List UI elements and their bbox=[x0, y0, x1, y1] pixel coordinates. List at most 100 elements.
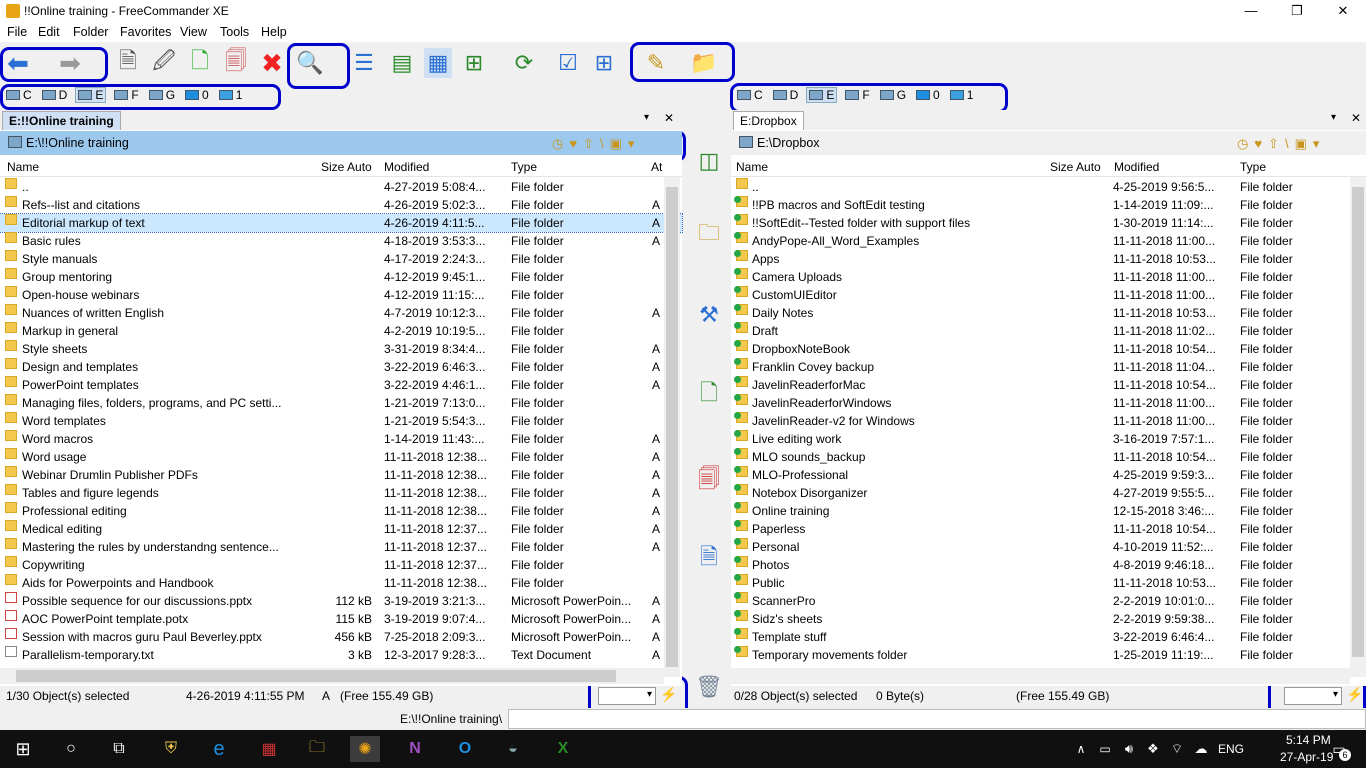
table-row[interactable]: Refs--list and citations 4-26-2019 5:02:3… bbox=[0, 196, 682, 214]
table-row[interactable]: Design and templates 3-22-2019 6:46:3... F… bbox=[0, 358, 682, 376]
table-row[interactable]: Draft 11-11-2018 11:02... File folder bbox=[731, 322, 1366, 340]
right-tab[interactable]: E:Dropbox bbox=[733, 111, 804, 130]
network-icon[interactable]: ⌔ bbox=[1164, 736, 1190, 762]
table-row[interactable]: Daily Notes 11-11-2018 10:53... File folde… bbox=[731, 304, 1366, 322]
new-file-icon[interactable]: 🗋 bbox=[186, 48, 214, 78]
table-row[interactable]: Tables and figure legends 11-11-2018 12:3… bbox=[0, 484, 682, 502]
recycle-bin-icon[interactable]: 🗑 bbox=[694, 672, 724, 702]
col-size[interactable]: Size Auto bbox=[321, 160, 372, 174]
folder-icon[interactable]: 🗀 bbox=[694, 220, 724, 250]
table-row[interactable]: Medical editing 11-11-2018 12:37... File f… bbox=[0, 520, 682, 538]
scroll-thumb[interactable] bbox=[16, 670, 616, 682]
table-row[interactable]: DropboxNoteBook 11-11-2018 10:54... File f… bbox=[731, 340, 1366, 358]
table-row[interactable]: Group mentoring 4-12-2019 9:45:1... File f… bbox=[0, 268, 682, 286]
table-row[interactable]: .. 4-25-2019 9:56:5... File folder bbox=[731, 178, 1366, 196]
col-modified[interactable]: Modified bbox=[384, 160, 429, 174]
view-file-icon[interactable]: 🗎 bbox=[694, 544, 724, 574]
table-row[interactable]: Live editing work 3-16-2019 7:57:1... File… bbox=[731, 430, 1366, 448]
table-row[interactable]: Possible sequence for our discussions.pp… bbox=[0, 592, 682, 610]
cortana-search-icon[interactable]: ○ bbox=[58, 736, 84, 762]
table-row[interactable]: Sidz's sheets 2-2-2019 9:59:38... File fol… bbox=[731, 610, 1366, 628]
compare-panels-icon[interactable]: ◫ bbox=[694, 146, 724, 176]
app-icon[interactable]: ◒ bbox=[500, 736, 526, 762]
table-row[interactable]: !!SoftEdit--Tested folder with support f… bbox=[731, 214, 1366, 232]
table-row[interactable]: Basic rules 4-18-2019 3:53:3... File folde… bbox=[0, 232, 682, 250]
drive-0[interactable]: 0 bbox=[183, 88, 211, 102]
menu-tools[interactable]: Tools bbox=[220, 25, 249, 39]
table-row[interactable]: Template stuff 3-22-2019 6:46:4... File fo… bbox=[731, 628, 1366, 646]
table-row[interactable]: AOC PowerPoint template.potx 115 kB 3-19-2… bbox=[0, 610, 682, 628]
table-row[interactable]: Markup in general 4-2-2019 10:19:5... File… bbox=[0, 322, 682, 340]
table-row[interactable]: Session with macros guru Paul Beverley.p… bbox=[0, 628, 682, 646]
table-row[interactable]: !!PB macros and SoftEdit testing 1-14-201… bbox=[731, 196, 1366, 214]
quick-folders-icon[interactable]: ◷♥⇧\▣▾ bbox=[1237, 136, 1325, 152]
table-row[interactable]: Notebox Disorganizer 4-27-2019 9:55:5... F… bbox=[731, 484, 1366, 502]
freecommander-taskbar-icon[interactable]: ✺ bbox=[350, 736, 380, 762]
clock-time[interactable]: 5:14 PM bbox=[1286, 733, 1331, 747]
scroll-thumb[interactable] bbox=[666, 187, 678, 667]
quick-folders-icon[interactable]: ◷♥⇧\▣▾ bbox=[552, 136, 640, 152]
table-row[interactable]: Open-house webinars 4-12-2019 11:15:... Fi… bbox=[0, 286, 682, 304]
drive-f[interactable]: F bbox=[843, 88, 871, 102]
table-row[interactable]: Copywriting 11-11-2018 12:37... File folde… bbox=[0, 556, 682, 574]
table-row[interactable]: Webinar Drumlin Publisher PDFs 11-11-2018… bbox=[0, 466, 682, 484]
tab-close-icon[interactable]: ✕ bbox=[664, 111, 674, 125]
windows-start-icon[interactable]: ⊞ bbox=[10, 736, 36, 762]
menu-file[interactable]: File bbox=[7, 25, 27, 39]
drive-c[interactable]: C bbox=[4, 88, 34, 102]
scroll-thumb[interactable] bbox=[1352, 187, 1364, 657]
table-row[interactable]: MLO-Professional 4-25-2019 9:59:3... File … bbox=[731, 466, 1366, 484]
table-row[interactable]: Editorial markup of text 4-26-2019 4:11:5… bbox=[0, 213, 683, 233]
table-row[interactable]: Style sheets 3-31-2019 8:34:4... File fold… bbox=[0, 340, 682, 358]
excel-icon[interactable]: X bbox=[550, 736, 576, 762]
drive-1[interactable]: 1 bbox=[217, 88, 245, 102]
table-row[interactable]: Online training 12-15-2018 3:46:... File f… bbox=[731, 502, 1366, 520]
table-row[interactable]: JavelinReaderforMac 11-11-2018 10:54... Fi… bbox=[731, 376, 1366, 394]
tab-dropdown-icon[interactable]: ▾ bbox=[1331, 112, 1336, 123]
tab-dropdown-icon[interactable]: ▾ bbox=[644, 112, 649, 123]
col-name[interactable]: Name bbox=[7, 160, 39, 174]
minimize-button[interactable]: — bbox=[1228, 0, 1274, 22]
table-row[interactable]: Apps 11-11-2018 10:53... File folder bbox=[731, 250, 1366, 268]
table-row[interactable]: Style manuals 4-17-2019 2:24:3... File fol… bbox=[0, 250, 682, 268]
col-attr[interactable]: At bbox=[651, 160, 662, 174]
table-row[interactable]: Public 11-11-2018 10:53... File folder bbox=[731, 574, 1366, 592]
battery-icon[interactable]: ▭ bbox=[1092, 736, 1118, 762]
table-row[interactable]: JavelinReaderforWindows 11-11-2018 11:00.… bbox=[731, 394, 1366, 412]
thumbnail-view-icon[interactable]: ⊞ bbox=[460, 48, 488, 78]
checklist-icon[interactable]: ☑ bbox=[554, 48, 582, 78]
table-row[interactable]: Paperless 11-11-2018 10:54... File folder bbox=[731, 520, 1366, 538]
command-input[interactable] bbox=[508, 709, 1366, 729]
copy-move-icon[interactable]: 🗐 bbox=[694, 466, 724, 496]
table-row[interactable]: Aids for Powerpoints and Handbook 11-11-2… bbox=[0, 574, 682, 592]
table-row[interactable]: AndyPope-All_Word_Examples 11-11-2018 11:… bbox=[731, 232, 1366, 250]
close-button[interactable]: ✕ bbox=[1320, 0, 1366, 22]
edge-browser-icon[interactable]: e bbox=[206, 736, 232, 762]
tab-close-icon[interactable]: ✕ bbox=[1351, 111, 1361, 125]
table-row[interactable]: CustomUIEditor 11-11-2018 11:00... File fo… bbox=[731, 286, 1366, 304]
table-row[interactable]: Nuances of written English 4-7-2019 10:12… bbox=[0, 304, 682, 322]
filter-icon[interactable]: ⚡ bbox=[1346, 686, 1363, 703]
maximize-button[interactable]: ❐ bbox=[1274, 0, 1320, 22]
table-row[interactable]: Word templates 1-21-2019 5:54:3... File fo… bbox=[0, 412, 682, 430]
drive-d[interactable]: D bbox=[771, 88, 801, 102]
drive-e[interactable]: E bbox=[75, 87, 107, 103]
right-horizontal-scrollbar[interactable] bbox=[731, 668, 1350, 684]
table-row[interactable]: Camera Uploads 11-11-2018 11:00... File fo… bbox=[731, 268, 1366, 286]
left-tab[interactable]: E:!!Online training bbox=[2, 111, 121, 130]
menu-view[interactable]: View bbox=[180, 25, 207, 39]
new-folder-icon[interactable]: 🗋 bbox=[694, 380, 724, 410]
language-indicator[interactable]: ENG bbox=[1218, 742, 1244, 756]
tools-icon[interactable]: ⚒ bbox=[694, 300, 724, 330]
task-view-icon[interactable]: ⧉ bbox=[106, 736, 132, 762]
notification-icon[interactable]: ▭ 6 bbox=[1326, 736, 1352, 762]
table-row[interactable]: Managing files, folders, programs, and P… bbox=[0, 394, 682, 412]
delete-icon[interactable]: ✖ bbox=[258, 48, 286, 78]
drive-1[interactable]: 1 bbox=[948, 88, 976, 102]
refresh-icon[interactable]: ⟳ bbox=[510, 48, 538, 78]
drive-d[interactable]: D bbox=[40, 88, 70, 102]
col-size[interactable]: Size Auto bbox=[1050, 160, 1101, 174]
table-row[interactable]: MLO sounds_backup 11-11-2018 10:54... File… bbox=[731, 448, 1366, 466]
table-row[interactable]: Mastering the rules by understandng sent… bbox=[0, 538, 682, 556]
left-filter-select[interactable]: ▾ bbox=[598, 687, 656, 705]
